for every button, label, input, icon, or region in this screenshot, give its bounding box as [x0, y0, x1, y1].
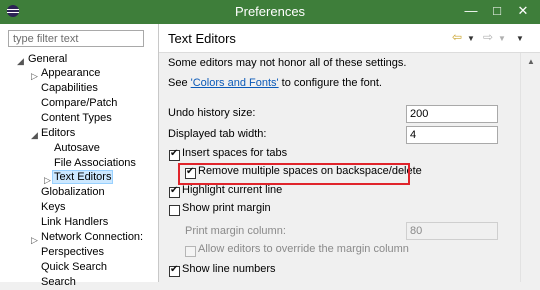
highlight-line-checkbox[interactable]	[169, 185, 180, 198]
tree-item-search[interactable]: Search	[41, 275, 76, 290]
tree-item-autosave[interactable]: Autosave	[54, 141, 100, 156]
undo-history-label: Undo history size:	[168, 107, 256, 119]
title-bar: Preferences — □ ✕	[0, 0, 540, 24]
tree-item-text-editors[interactable]: Text Editors	[52, 170, 114, 185]
tab-width-label: Displayed tab width:	[168, 128, 267, 140]
tree-item-general[interactable]: General	[28, 52, 67, 67]
forward-icon[interactable]: ⇨	[483, 30, 493, 44]
minimize-icon[interactable]: —	[458, 0, 484, 24]
preference-page: Text Editors ⇦ ▼ ⇨ ▼ ▼ Some editors may …	[159, 24, 540, 282]
page-title: Text Editors	[168, 31, 236, 46]
show-line-numbers-label: Show line numbers	[182, 263, 276, 275]
maximize-icon[interactable]: □	[484, 0, 510, 24]
scroll-up-icon[interactable]: ▲	[527, 57, 535, 66]
collapse-icon[interactable]: ◢	[31, 130, 38, 141]
font-hint-prefix: See	[168, 77, 191, 89]
tree-item-editors[interactable]: Editors	[41, 126, 75, 141]
undo-history-input[interactable]: 200	[406, 105, 498, 123]
show-print-margin-checkbox[interactable]	[169, 205, 180, 216]
tree-item-text-editors-label: Text Editors	[52, 170, 114, 184]
tree-item-globalization[interactable]: Globalization	[41, 185, 105, 200]
vertical-scrollbar[interactable]: ▲	[520, 53, 540, 282]
insert-spaces-checkbox[interactable]	[169, 148, 180, 161]
note-text: Some editors may not honor all of these …	[168, 57, 407, 69]
print-margin-label: Print margin column:	[185, 225, 286, 237]
filter-input[interactable]	[8, 30, 144, 47]
forward-menu-chevron-icon[interactable]: ▼	[498, 34, 506, 43]
tree-item-compare-patch[interactable]: Compare/Patch	[41, 96, 117, 111]
tree-item-file-associations[interactable]: File Associations	[54, 156, 136, 171]
collapse-icon[interactable]: ◢	[17, 56, 24, 67]
insert-spaces-label: Insert spaces for tabs	[182, 147, 288, 159]
tree-item-network-connections[interactable]: Network Connection:	[41, 230, 143, 245]
tree-item-keys[interactable]: Keys	[41, 200, 65, 215]
highlight-annotation	[178, 163, 410, 185]
tree-item-appearance[interactable]: Appearance	[41, 66, 100, 81]
tab-width-input[interactable]: 4	[406, 126, 498, 144]
menu-icon[interactable]: ▼	[516, 34, 524, 43]
tree-item-content-types[interactable]: Content Types	[41, 111, 112, 126]
expand-icon[interactable]: ▷	[31, 71, 38, 82]
print-margin-input[interactable]: 80	[406, 222, 498, 240]
expand-icon[interactable]: ▷	[31, 235, 38, 246]
colors-and-fonts-link[interactable]: 'Colors and Fonts'	[191, 77, 279, 89]
tree-item-perspectives[interactable]: Perspectives	[41, 245, 104, 260]
tree-item-link-handlers[interactable]: Link Handlers	[41, 215, 108, 230]
font-hint-suffix: to configure the font.	[278, 77, 382, 89]
font-hint: See 'Colors and Fonts' to configure the …	[168, 77, 382, 89]
highlight-line-label: Highlight current line	[182, 184, 283, 196]
back-icon[interactable]: ⇦	[452, 30, 462, 44]
preference-tree-pane: ◢ General ▷ Appearance Capabilities Comp…	[0, 24, 159, 288]
tree-item-quick-search[interactable]: Quick Search	[41, 260, 107, 275]
show-line-numbers-checkbox[interactable]	[169, 264, 180, 277]
tree-item-capabilities[interactable]: Capabilities	[41, 81, 98, 96]
show-print-margin-label: Show print margin	[182, 202, 271, 214]
page-header: Text Editors ⇦ ▼ ⇨ ▼ ▼	[159, 24, 540, 53]
close-icon[interactable]: ✕	[510, 0, 536, 24]
allow-override-label: Allow editors to override the margin col…	[198, 243, 409, 255]
back-menu-chevron-icon[interactable]: ▼	[467, 34, 475, 43]
allow-override-checkbox[interactable]	[185, 246, 196, 257]
